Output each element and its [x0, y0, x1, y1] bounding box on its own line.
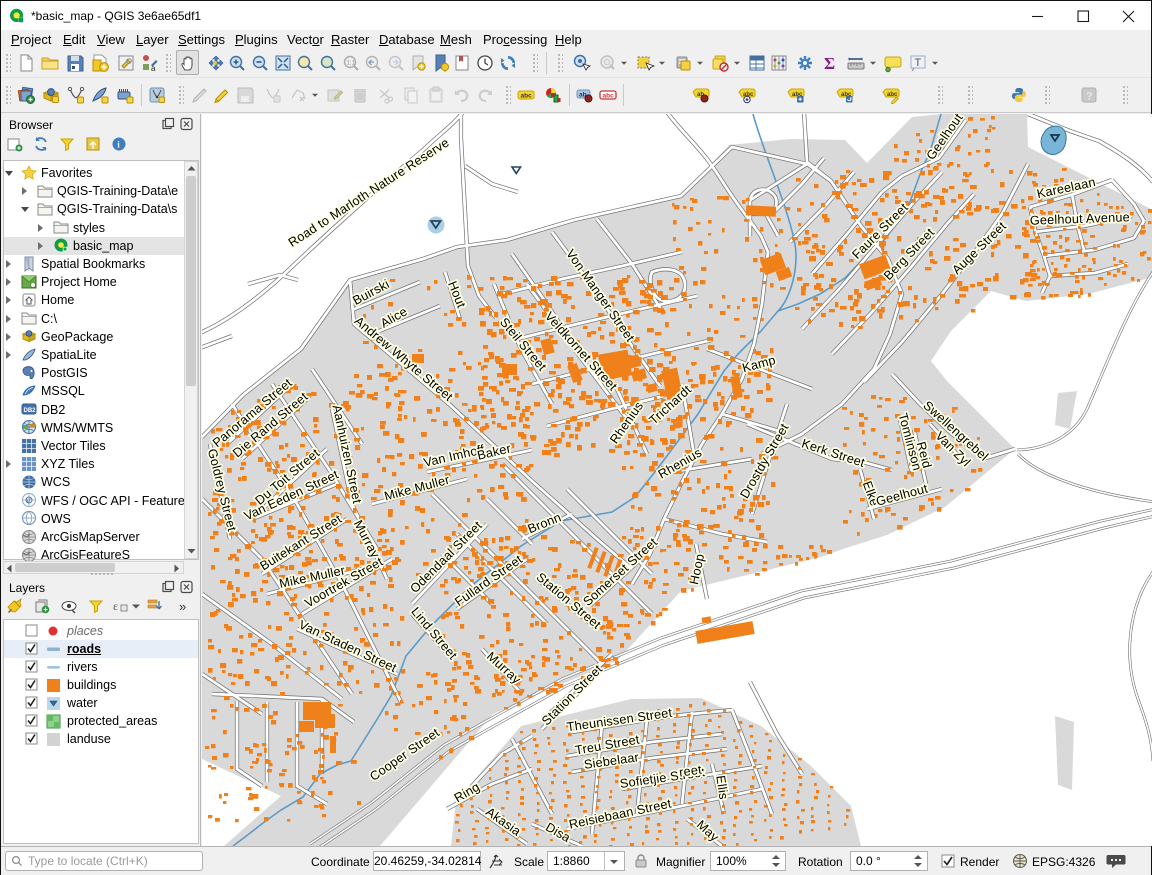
svg-text:V: V: [26, 498, 31, 505]
svg-text:T: T: [915, 57, 922, 69]
svg-text:a: a: [151, 64, 156, 73]
svg-text:?: ?: [1086, 91, 1093, 103]
svg-text:abc: abc: [521, 93, 533, 100]
svg-text:Σ: Σ: [824, 54, 835, 73]
svg-text:DB2: DB2: [24, 408, 37, 414]
svg-text:abc: abc: [603, 93, 615, 100]
svg-text:1:1: 1:1: [347, 61, 356, 67]
svg-text:ε: ε: [113, 599, 118, 613]
